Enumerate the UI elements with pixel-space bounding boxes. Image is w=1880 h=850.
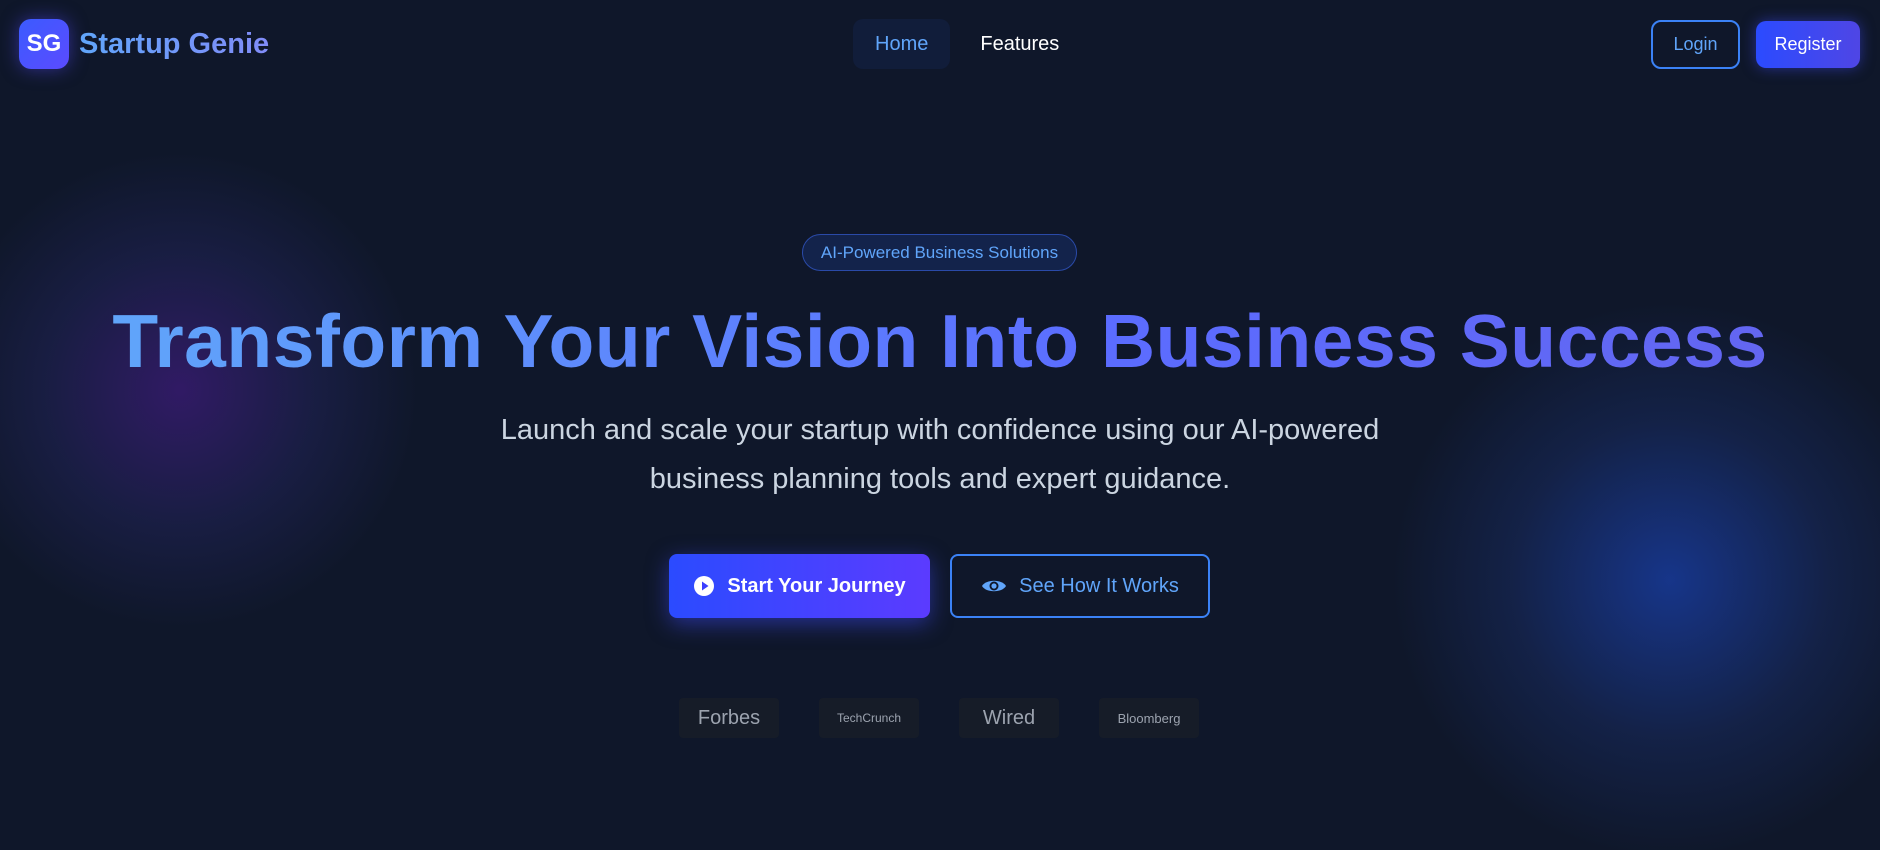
press-logos: Forbes TechCrunch Wired Bloomberg xyxy=(679,698,1199,738)
see-how-it-works-label: See How It Works xyxy=(1019,574,1179,597)
press-logo-bloomberg: Bloomberg xyxy=(1099,698,1199,738)
hero-subtitle-line-2: business planning tools and expert guida… xyxy=(649,463,1231,495)
landing-page: SG Startup Genie Home Features Login Reg… xyxy=(0,0,1880,850)
auth-actions: Login Register xyxy=(1651,20,1860,69)
main-nav: Home Features xyxy=(853,19,1081,69)
background-glow-left xyxy=(0,150,420,630)
brand[interactable]: SG Startup Genie xyxy=(19,19,269,69)
play-circle-icon xyxy=(693,575,715,597)
nav-features[interactable]: Features xyxy=(958,19,1081,69)
hero-subtitle: Launch and scale your startup with confi… xyxy=(470,406,1410,504)
hero-title: Transform Your Vision Into Business Succ… xyxy=(0,296,1880,386)
eye-icon xyxy=(981,577,1007,595)
hero-subtitle-line-1: Launch and scale your startup with confi… xyxy=(500,414,1380,446)
start-journey-label: Start Your Journey xyxy=(727,574,906,597)
hero-badge: AI-Powered Business Solutions xyxy=(802,234,1077,271)
press-logo-forbes: Forbes xyxy=(679,698,779,738)
hero-cta-row: Start Your Journey See How It Works xyxy=(669,554,1210,618)
start-journey-button[interactable]: Start Your Journey xyxy=(669,554,930,618)
brand-logo[interactable]: SG xyxy=(19,19,69,69)
press-logo-techcrunch: TechCrunch xyxy=(819,698,919,738)
nav-home[interactable]: Home xyxy=(853,19,951,69)
press-logo-wired: Wired xyxy=(959,698,1059,738)
hero-title-text: Transform Your Vision Into Business Succ… xyxy=(112,299,1768,383)
login-button[interactable]: Login xyxy=(1651,20,1740,69)
register-button[interactable]: Register xyxy=(1756,21,1860,68)
see-how-it-works-button[interactable]: See How It Works xyxy=(950,554,1210,618)
top-header: SG Startup Genie Home Features Login Reg… xyxy=(0,0,1880,90)
brand-name[interactable]: Startup Genie xyxy=(79,28,269,61)
